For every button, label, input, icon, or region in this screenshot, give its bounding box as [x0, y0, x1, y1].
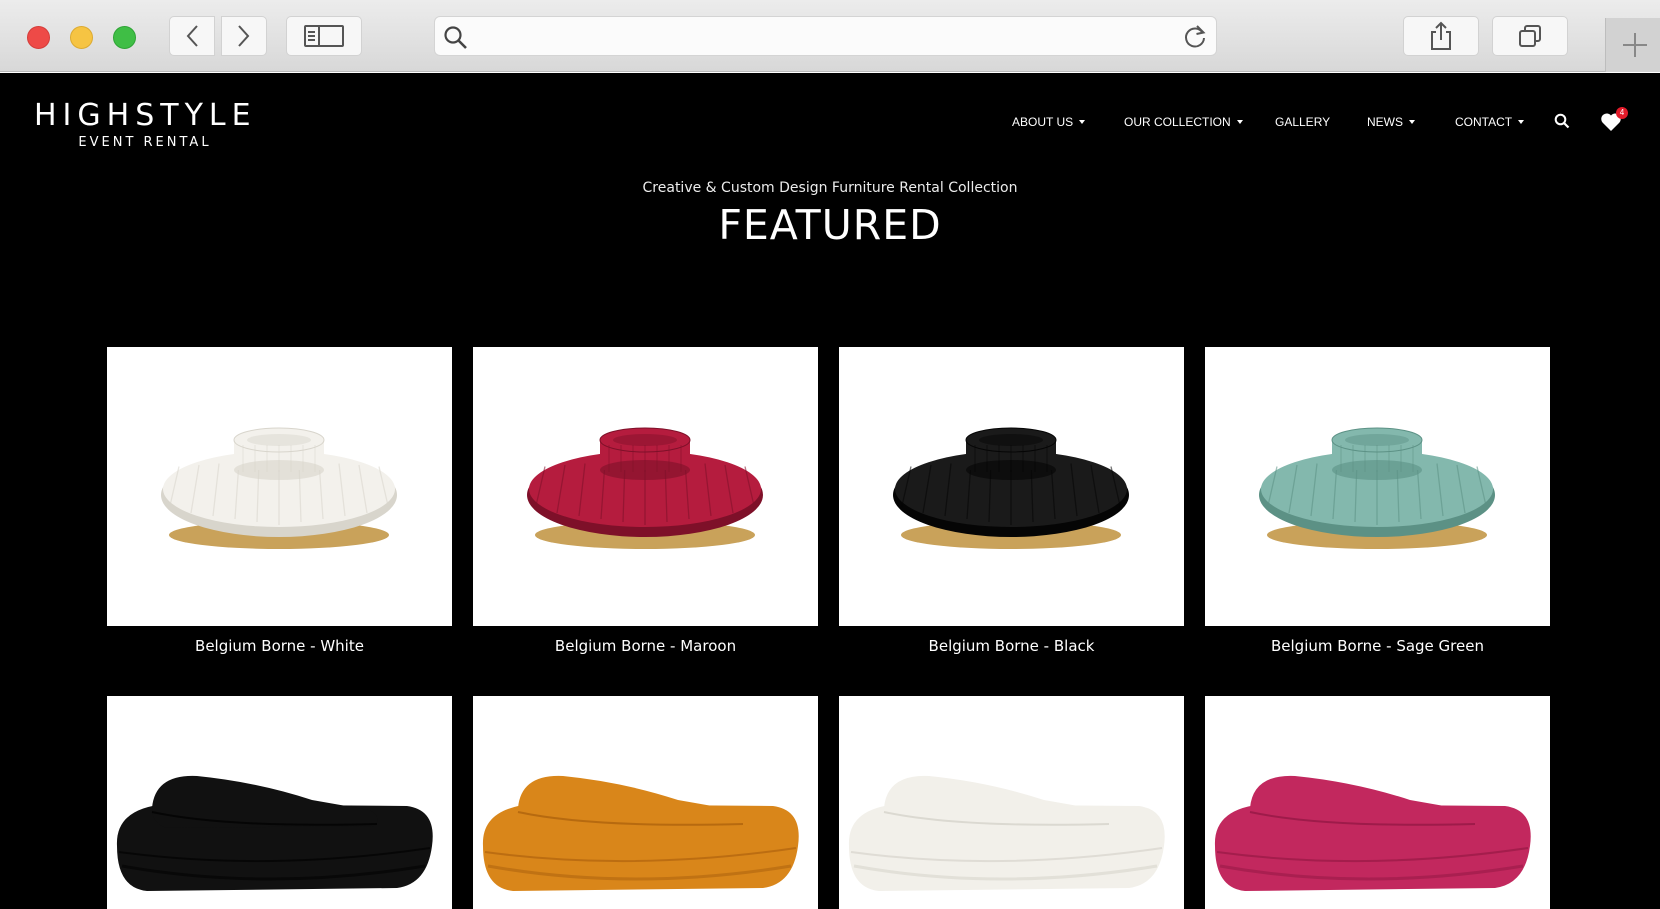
nav-contact-label: CONTACT	[1455, 115, 1513, 129]
nav-gallery-label: GALLERY	[1275, 115, 1331, 129]
caret-down-icon	[1409, 120, 1415, 124]
product-image[interactable]	[839, 347, 1184, 626]
page-title: FEATURED	[718, 201, 942, 249]
product-card[interactable]: Belgium Borne - White	[107, 347, 452, 655]
product-card[interactable]	[473, 696, 818, 909]
reload-icon[interactable]	[1182, 24, 1208, 50]
product-name[interactable]: Belgium Borne - White	[107, 637, 452, 655]
favorites-button[interactable]: 4	[1600, 107, 1628, 133]
nav-contact[interactable]: CONTACT	[1455, 115, 1525, 129]
website-viewport: HIGHSTYLE EVENT RENTAL ABOUT US OUR COLL…	[0, 73, 1660, 909]
favorites-count-badge: 4	[1616, 107, 1628, 119]
caret-down-icon	[1079, 120, 1086, 124]
nav-about-us[interactable]: ABOUT US	[1012, 115, 1086, 129]
close-window-button[interactable]	[27, 26, 50, 49]
round-ottoman-image	[527, 427, 763, 549]
product-card[interactable]: Belgium Borne - Maroon	[473, 347, 818, 655]
product-image[interactable]	[839, 696, 1184, 909]
caret-down-icon	[1236, 120, 1243, 124]
sidebar-icon	[304, 25, 344, 47]
chevron-right-icon	[238, 25, 250, 47]
product-image[interactable]	[1205, 347, 1550, 626]
product-card[interactable]	[839, 696, 1184, 909]
nav-our-collection[interactable]: OUR COLLECTION	[1124, 115, 1243, 129]
curved-sofa-image	[482, 775, 799, 891]
address-bar[interactable]	[434, 16, 1217, 56]
back-button[interactable]	[169, 16, 215, 56]
nav-about-us-label: ABOUT US	[1012, 115, 1074, 129]
product-name[interactable]: Belgium Borne - Black	[839, 637, 1184, 655]
product-image[interactable]	[107, 696, 452, 909]
nav-our-collection-label: OUR COLLECTION	[1124, 115, 1231, 129]
search-icon	[444, 26, 467, 49]
product-name[interactable]: Belgium Borne - Maroon	[473, 637, 818, 655]
address-input[interactable]	[479, 23, 1159, 49]
product-name[interactable]: Belgium Borne - Sage Green	[1205, 637, 1550, 655]
product-image[interactable]	[1205, 696, 1550, 909]
caret-down-icon	[1518, 120, 1525, 124]
product-card[interactable]	[1205, 696, 1550, 909]
product-card[interactable]: Belgium Borne - Sage Green	[1205, 347, 1550, 655]
product-card[interactable]	[107, 696, 452, 909]
logo-tagline: EVENT RENTAL	[78, 135, 212, 150]
search-icon[interactable]	[1554, 113, 1570, 129]
browser-toolbar	[0, 0, 1660, 72]
product-image[interactable]	[473, 696, 818, 909]
sidebar-toggle-button[interactable]	[286, 16, 362, 56]
minimize-window-button[interactable]	[70, 26, 93, 49]
main-navigation: ABOUT US OUR COLLECTION GALLERY NEWS CON…	[0, 115, 1660, 135]
curved-sofa-image	[116, 775, 433, 891]
nav-gallery[interactable]: GALLERY	[1275, 115, 1330, 129]
show-tabs-button[interactable]	[1492, 16, 1568, 56]
product-image[interactable]	[107, 347, 452, 626]
product-image[interactable]	[473, 347, 818, 626]
curved-sofa-image	[1214, 775, 1531, 891]
share-button[interactable]	[1403, 16, 1479, 56]
chevron-left-icon	[186, 25, 198, 47]
nav-news[interactable]: NEWS	[1367, 115, 1415, 129]
nav-news-label: NEWS	[1367, 115, 1403, 129]
round-ottoman-image	[161, 427, 397, 549]
product-card[interactable]: Belgium Borne - Black	[839, 347, 1184, 655]
plus-icon	[1622, 33, 1647, 57]
tabs-icon	[1519, 25, 1541, 47]
curved-sofa-image	[848, 775, 1165, 891]
forward-button[interactable]	[221, 16, 267, 56]
round-ottoman-image	[1259, 427, 1495, 549]
zoom-window-button[interactable]	[113, 26, 136, 49]
new-tab-button[interactable]	[1605, 18, 1660, 72]
hero-subtitle: Creative & Custom Design Furniture Renta…	[642, 180, 1018, 196]
share-icon	[1431, 21, 1451, 50]
round-ottoman-image	[893, 427, 1129, 549]
